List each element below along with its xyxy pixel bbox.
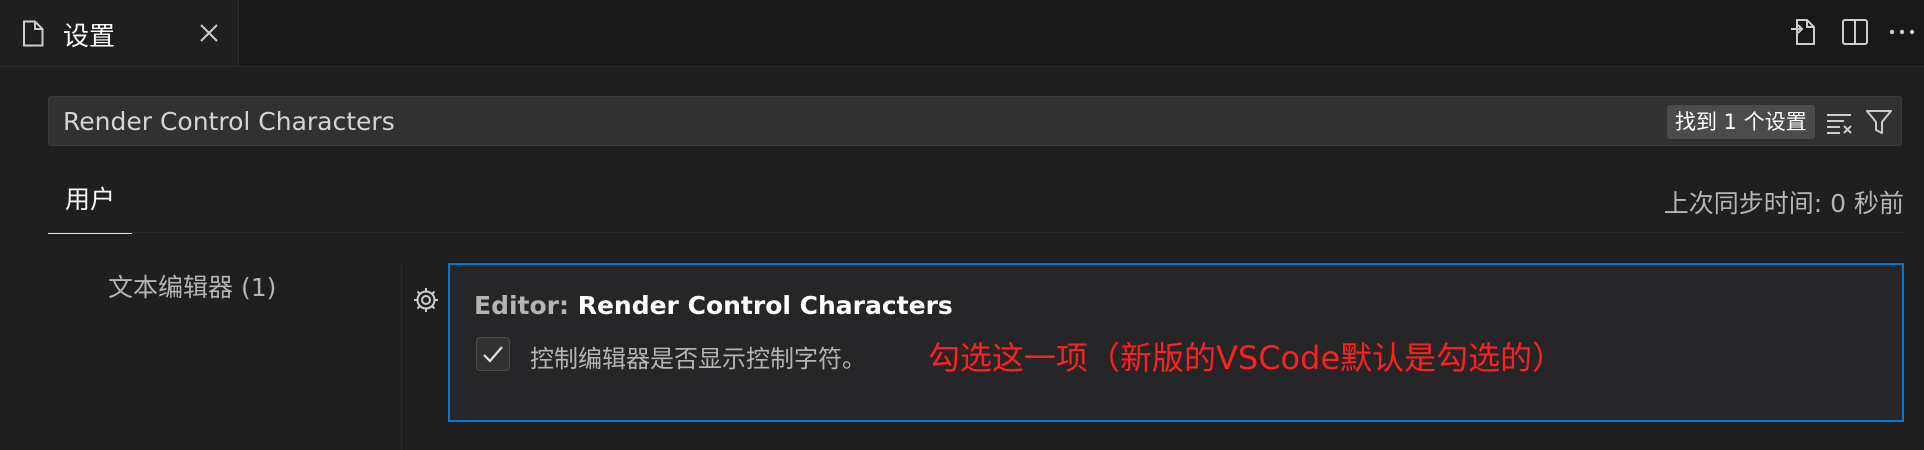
open-settings-json-icon[interactable] xyxy=(1788,17,1818,47)
setting-title: Editor: Render Control Characters xyxy=(474,291,953,320)
settings-search-box: 找到 1 个设置 xyxy=(48,96,1902,146)
toc-divider xyxy=(401,262,402,450)
setting-category: Editor: xyxy=(474,291,578,320)
file-icon xyxy=(23,20,44,47)
close-icon[interactable] xyxy=(198,22,220,44)
split-editor-icon[interactable] xyxy=(1840,17,1870,47)
settings-tab[interactable]: 设置 xyxy=(0,0,239,66)
tab-user-label: 用户 xyxy=(64,185,115,214)
toc-item-text-editor[interactable]: 文本编辑器 (1) xyxy=(108,268,276,304)
search-result-count: 找到 1 个设置 xyxy=(1667,105,1815,139)
settings-search-input[interactable] xyxy=(49,97,1649,145)
setting-name: Render Control Characters xyxy=(577,291,953,320)
filter-icon[interactable] xyxy=(1864,107,1894,137)
setting-description: 控制编辑器是否显示控制字符。 xyxy=(530,345,866,373)
editor-tab-bar: 设置 xyxy=(0,0,1924,67)
tab-title: 设置 xyxy=(63,22,116,52)
clear-filter-icon[interactable] xyxy=(1824,107,1854,137)
render-control-characters-checkbox[interactable] xyxy=(476,337,510,371)
annotation-note: 勾选这一项（新版的VSCode默认是勾选的） xyxy=(928,339,1565,377)
divider xyxy=(48,232,1904,233)
sync-status: 上次同步时间: 0 秒前 xyxy=(1663,189,1904,218)
more-actions-icon[interactable] xyxy=(1887,17,1917,47)
gear-icon[interactable] xyxy=(411,285,441,315)
checkmark-icon xyxy=(483,346,503,363)
tab-user[interactable]: 用户 xyxy=(48,176,132,234)
setting-item-render-control-characters: Editor: Render Control Characters 控制编辑器是… xyxy=(448,263,1904,422)
